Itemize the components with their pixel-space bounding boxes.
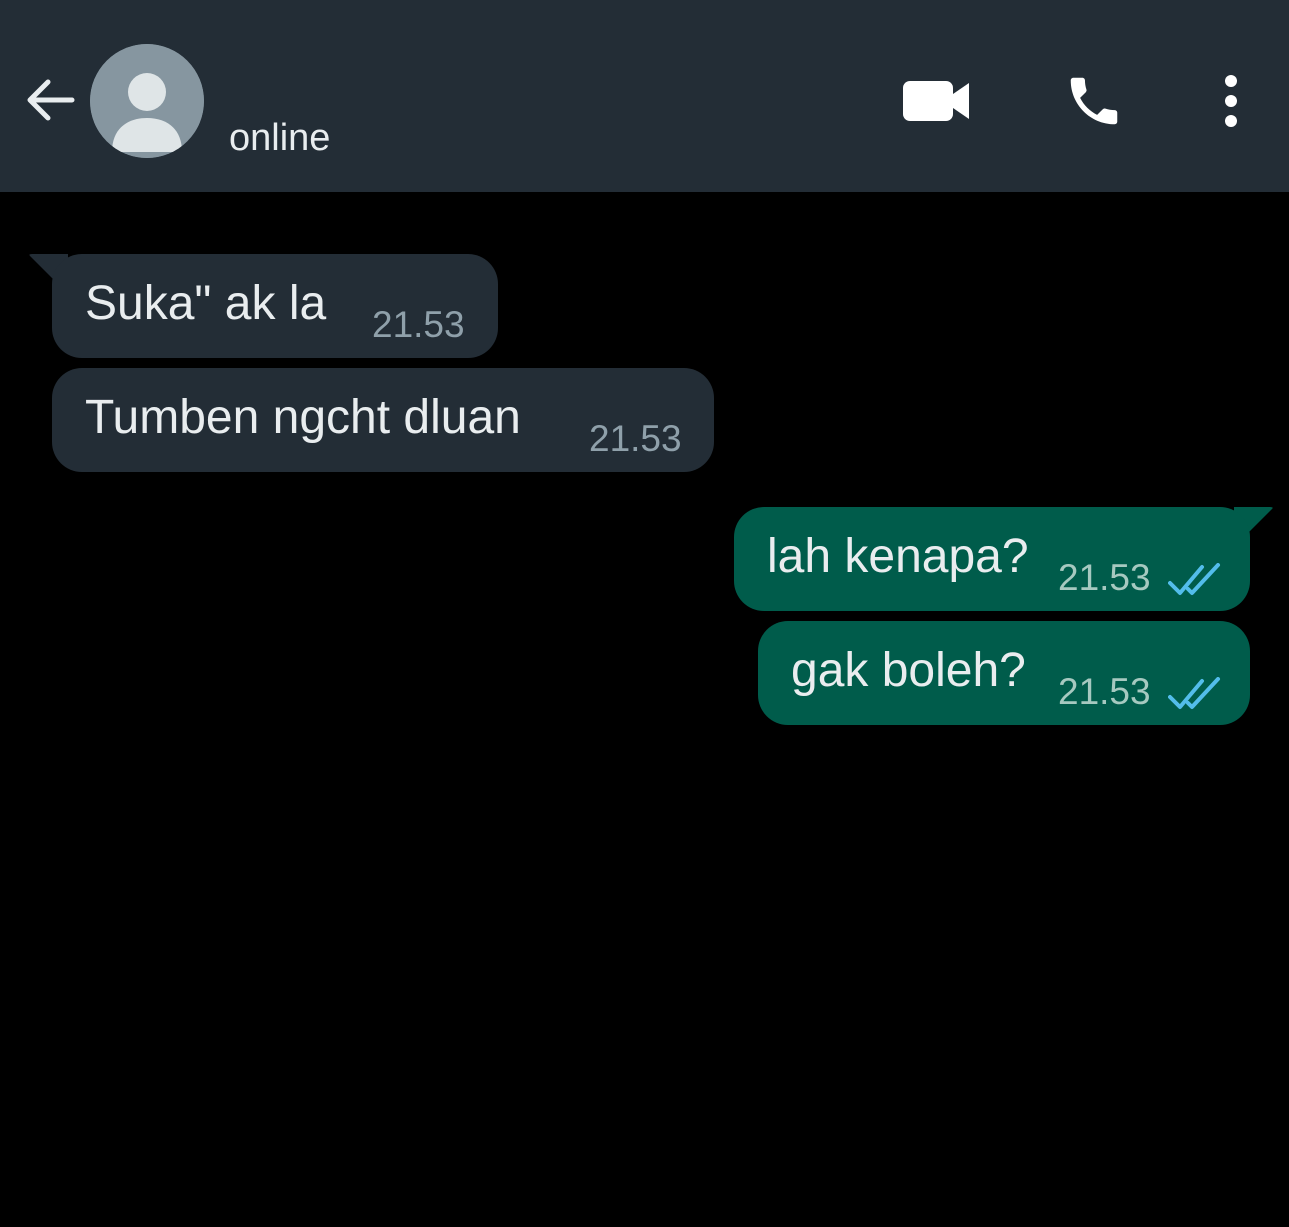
chat-header: online — [0, 0, 1289, 192]
contact-avatar[interactable] — [90, 44, 204, 158]
video-camera-icon — [903, 81, 969, 121]
message-time: 21.53 — [589, 418, 682, 459]
outgoing-message[interactable]: gak boleh? 21.53 — [758, 621, 1250, 725]
arrow-left-icon — [27, 79, 75, 121]
double-check-icon — [1168, 563, 1220, 595]
back-button[interactable] — [20, 70, 80, 130]
video-call-button[interactable] — [896, 70, 976, 132]
outgoing-message[interactable]: lah kenapa? 21.53 — [734, 507, 1250, 611]
message-time: 21.53 — [372, 304, 465, 345]
message-text: lah kenapa? — [767, 530, 1029, 583]
default-avatar-icon — [90, 44, 204, 158]
phone-icon — [1070, 77, 1118, 125]
contact-status: online — [229, 117, 331, 159]
message-text: Suka" ak la — [85, 277, 327, 330]
chat-screen: online Suka" ak la 21.53 Tumben ngcht dl… — [0, 0, 1289, 1227]
message-text: Tumben ngcht dluan — [85, 391, 521, 444]
message-time: 21.53 — [1058, 557, 1151, 598]
message-time: 21.53 — [1058, 671, 1151, 712]
voice-call-button[interactable] — [1058, 68, 1130, 134]
more-vertical-icon — [1225, 75, 1237, 127]
incoming-message[interactable]: Tumben ngcht dluan 21.53 — [52, 368, 714, 472]
double-check-icon — [1168, 677, 1220, 709]
more-options-button[interactable] — [1206, 68, 1256, 134]
message-text: gak boleh? — [791, 644, 1026, 697]
incoming-message[interactable]: Suka" ak la 21.53 — [52, 254, 498, 358]
